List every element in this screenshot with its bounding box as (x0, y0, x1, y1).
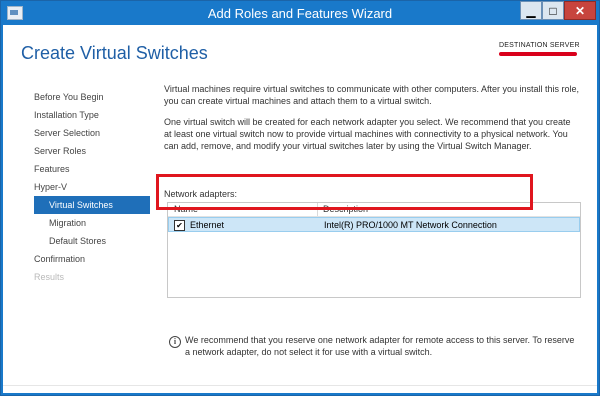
nav-item-installation-type[interactable]: Installation Type (34, 106, 99, 124)
wizard-header: Create Virtual Switches DESTINATION SERV… (3, 25, 597, 79)
network-adapters-list[interactable]: Name Description ✔ Ethernet Intel(R) PRO… (167, 202, 581, 298)
minimize-button[interactable]: ▁ (520, 1, 542, 20)
nav-item-default-stores[interactable]: Default Stores (49, 232, 106, 250)
info-message: We recommend that you reserve one networ… (185, 335, 575, 357)
nav-item-features[interactable]: Features (34, 160, 70, 178)
footer-divider (3, 385, 597, 386)
nav-item-server-selection[interactable]: Server Selection (34, 124, 100, 142)
highlight-annotation (156, 174, 533, 210)
table-row[interactable]: ✔ Ethernet Intel(R) PRO/1000 MT Network … (168, 217, 580, 232)
wizard-window: Add Roles and Features Wizard ▁ □ ✕ Crea… (0, 0, 600, 396)
nav-item-migration[interactable]: Migration (49, 214, 86, 232)
window-title: Add Roles and Features Wizard (207, 6, 393, 21)
ethernet-checkbox[interactable]: ✔ (174, 220, 185, 231)
intro-paragraph: Virtual machines require virtual switche… (164, 84, 580, 106)
page-title: Create Virtual Switches (21, 43, 208, 63)
info-icon: i (169, 336, 181, 348)
adapter-name: Ethernet (190, 220, 225, 230)
adapter-description: Intel(R) PRO/1000 MT Network Connection (324, 220, 497, 230)
nav-item-server-roles[interactable]: Server Roles (34, 142, 86, 160)
close-button[interactable]: ✕ (564, 1, 596, 20)
destination-server-label: DESTINATION SERVER (499, 42, 580, 49)
title-bar[interactable]: Add Roles and Features Wizard ▁ □ ✕ (1, 1, 599, 25)
nav-item-hyper-v[interactable]: Hyper-V (34, 178, 67, 196)
nav-item-virtual-switches[interactable]: Virtual Switches (34, 196, 150, 214)
nav-item-confirmation[interactable]: Confirmation (34, 250, 85, 268)
instructions-paragraph: One virtual switch will be created for e… (164, 117, 571, 151)
redaction-mark (499, 52, 577, 56)
nav-item-before-you-begin[interactable]: Before You Begin (34, 88, 104, 106)
nav-item-results: Results (34, 272, 65, 282)
maximize-button[interactable]: □ (542, 1, 564, 20)
